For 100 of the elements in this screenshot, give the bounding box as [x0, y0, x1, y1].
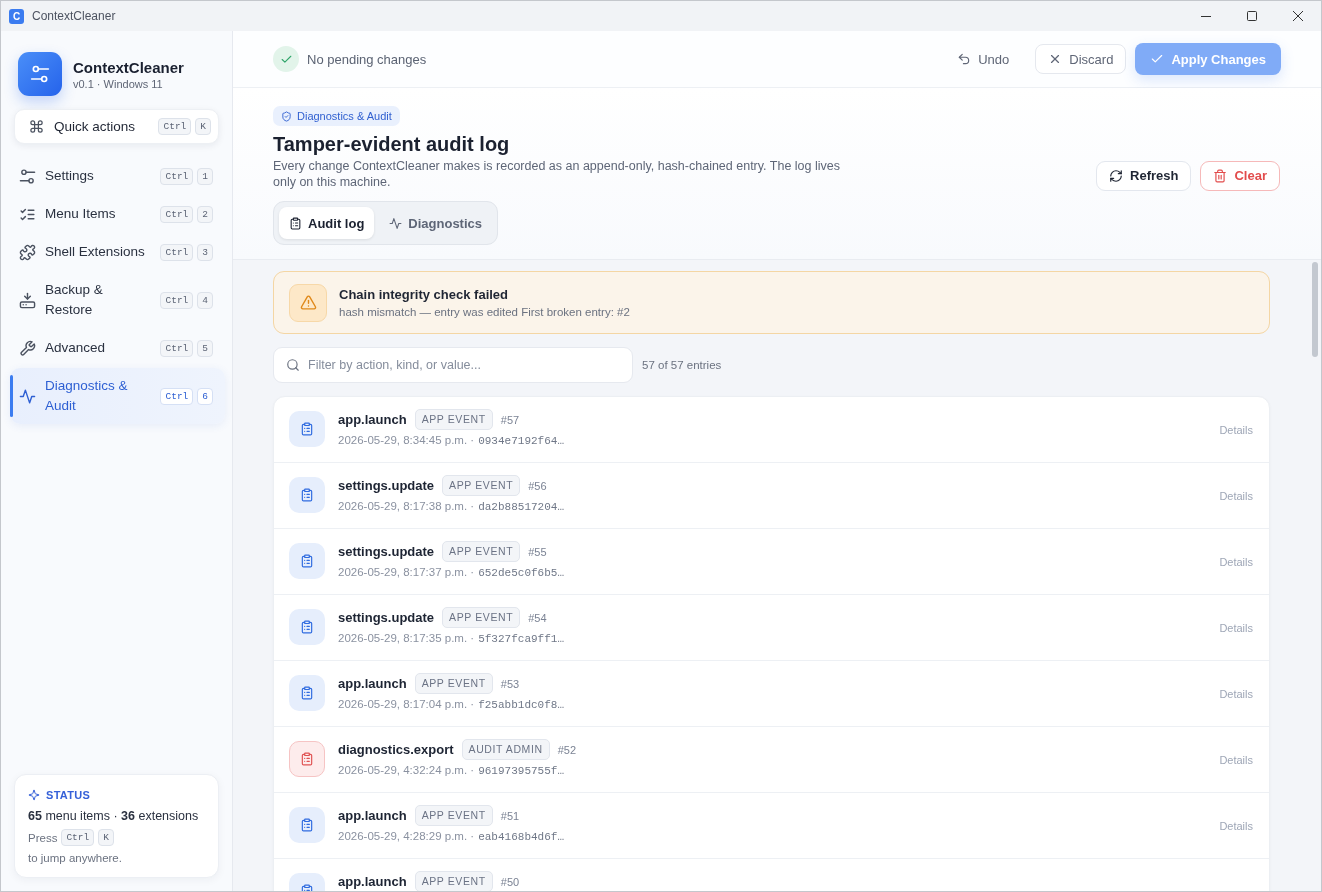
status-summary: 65 menu items · 36 extensions — [28, 809, 200, 823]
clipboard-icon — [289, 216, 302, 230]
entry-number: #52 — [557, 743, 577, 756]
puzzle-icon — [19, 243, 36, 261]
category-badge: APP EVENT — [442, 607, 521, 628]
clipboard-icon — [289, 543, 325, 579]
hint-text: to jump anywhere. — [28, 852, 123, 864]
entry-hash: 5f327fca9ff1… — [478, 633, 564, 645]
page-description: Every change ContextCleaner makes is recorded as an append-only, hash-chained entry. The log lives only on this machine. — [273, 158, 841, 190]
app-name: ContextCleaner — [73, 58, 184, 76]
entry-action: app.launch — [338, 808, 407, 823]
shortcut-key: 3 — [197, 243, 213, 261]
clipboard-icon — [289, 609, 325, 645]
status-label: STATUS — [46, 789, 91, 801]
undo-icon — [957, 52, 972, 66]
sidebar-item[interactable]: Menu Items Ctrl 2 — [10, 196, 225, 232]
entry-time: 2026-05-29, 4:28:29 p.m. · — [338, 830, 475, 842]
wrench-icon — [19, 339, 36, 357]
entry-number: #57 — [500, 413, 520, 426]
entry-hash: 96197395755f… — [478, 765, 564, 777]
shortcut-key: Ctrl — [160, 167, 194, 185]
clear-button[interactable]: Clear — [1200, 160, 1280, 191]
tab[interactable]: Audit log — [279, 207, 375, 239]
section-badge-label: Diagnostics & Audit — [297, 110, 392, 122]
entry-action: app.launch — [338, 874, 407, 889]
entry-number: #51 — [500, 809, 520, 822]
entry-action: app.launch — [338, 412, 407, 427]
pending-status-text: No pending changes — [307, 51, 427, 67]
pulse-icon — [389, 216, 403, 230]
minimize-icon — [1201, 15, 1211, 17]
category-badge: APP EVENT — [442, 541, 521, 562]
entry-number: #54 — [528, 611, 547, 624]
entry-number: #56 — [528, 479, 547, 492]
app-logo-icon — [18, 52, 62, 96]
category-badge: APP EVENT — [414, 805, 493, 826]
shortcut-key: 2 — [197, 205, 213, 223]
filter-field[interactable]: Filter by action, kind, or value... — [273, 347, 633, 383]
clipboard-icon — [289, 675, 325, 711]
entry-time: 2026-05-29, 8:17:38 p.m. · — [338, 500, 475, 512]
sidebar-item[interactable]: Diagnostics & Audit Ctrl 6 — [10, 368, 225, 424]
entry-hash: eab4168b4d6f… — [478, 831, 564, 843]
shortcut-key: K — [195, 118, 211, 135]
shortcut-key: Ctrl — [160, 339, 194, 357]
alert-message: hash mismatch — entry was edited First broken entry: #2 — [339, 306, 630, 318]
search-icon — [286, 358, 300, 372]
sidebar-item[interactable]: Advanced Ctrl 5 — [10, 330, 225, 366]
entry-time: 2026-05-29, 8:17:04 p.m. · — [338, 698, 475, 710]
category-badge: APP EVENT — [414, 673, 493, 694]
scrollbar-thumb[interactable] — [1312, 262, 1318, 357]
entry-time: 2026-05-29, 8:17:37 p.m. · — [338, 566, 475, 578]
category-badge: APP EVENT — [414, 871, 493, 891]
download-icon — [19, 291, 36, 309]
command-icon — [29, 119, 44, 134]
entry-action: settings.update — [338, 478, 435, 493]
warning-icon — [289, 283, 327, 322]
shield-icon — [281, 110, 292, 122]
shortcut-key: Ctrl — [160, 243, 194, 261]
clipboard-icon — [289, 411, 325, 447]
entry-hash: f25abb1dc0f8… — [478, 699, 564, 711]
clipboard-icon — [289, 477, 325, 513]
entry-action: app.launch — [338, 676, 407, 691]
check-icon — [1150, 52, 1165, 66]
shortcut-key: 1 — [197, 167, 213, 185]
app-icon: C — [9, 8, 24, 24]
hint-text: Press — [28, 831, 58, 844]
entry-action: settings.update — [338, 544, 435, 559]
window-title: ContextCleaner — [32, 9, 116, 23]
maximize-icon — [1247, 11, 1257, 21]
app-version: v0.1 · Windows 11 — [73, 77, 164, 90]
category-badge: APP EVENT — [442, 475, 521, 496]
shortcut-key: K — [98, 829, 114, 846]
refresh-button[interactable]: Refresh — [1096, 160, 1192, 191]
shortcut-key: 6 — [197, 387, 213, 405]
refresh-icon — [1109, 168, 1124, 183]
shortcut-key: 4 — [197, 291, 213, 309]
shortcut-key: Ctrl — [160, 205, 194, 223]
alert-title: Chain integrity check failed — [339, 287, 510, 302]
trash-icon — [1213, 168, 1228, 183]
entry-hash: 0934e7192f64… — [478, 435, 564, 447]
entry-action: settings.update — [338, 610, 435, 625]
close-icon — [1293, 11, 1303, 21]
sidebar-item[interactable]: Backup & Restore Ctrl 4 — [10, 272, 225, 328]
sidebar-item[interactable]: Settings Ctrl 1 — [10, 158, 225, 194]
entry-hash: 652de5c0f6b5… — [478, 567, 564, 579]
pulse-icon — [19, 387, 36, 405]
sidebar-item[interactable]: Shell Extensions Ctrl 3 — [10, 234, 225, 270]
entry-number: #53 — [500, 677, 520, 690]
page-title: Tamper-evident audit log — [273, 132, 511, 156]
entry-count: 57 of 57 entries — [642, 359, 722, 371]
entry-action: diagnostics.export — [338, 742, 454, 757]
clipboard-icon — [289, 741, 325, 777]
check-icon — [273, 46, 299, 72]
quick-actions-button[interactable]: Quick actions Ctrl K — [14, 109, 219, 144]
category-badge: AUDIT ADMIN — [461, 739, 550, 760]
shortcut-key: 5 — [197, 339, 213, 357]
tab[interactable]: Diagnostics — [379, 207, 492, 239]
clipboard-icon — [289, 807, 325, 843]
entry-time: 2026-05-29, 4:32:24 p.m. · — [338, 764, 475, 776]
shortcut-key: Ctrl — [160, 291, 194, 309]
category-badge: APP EVENT — [414, 409, 493, 430]
